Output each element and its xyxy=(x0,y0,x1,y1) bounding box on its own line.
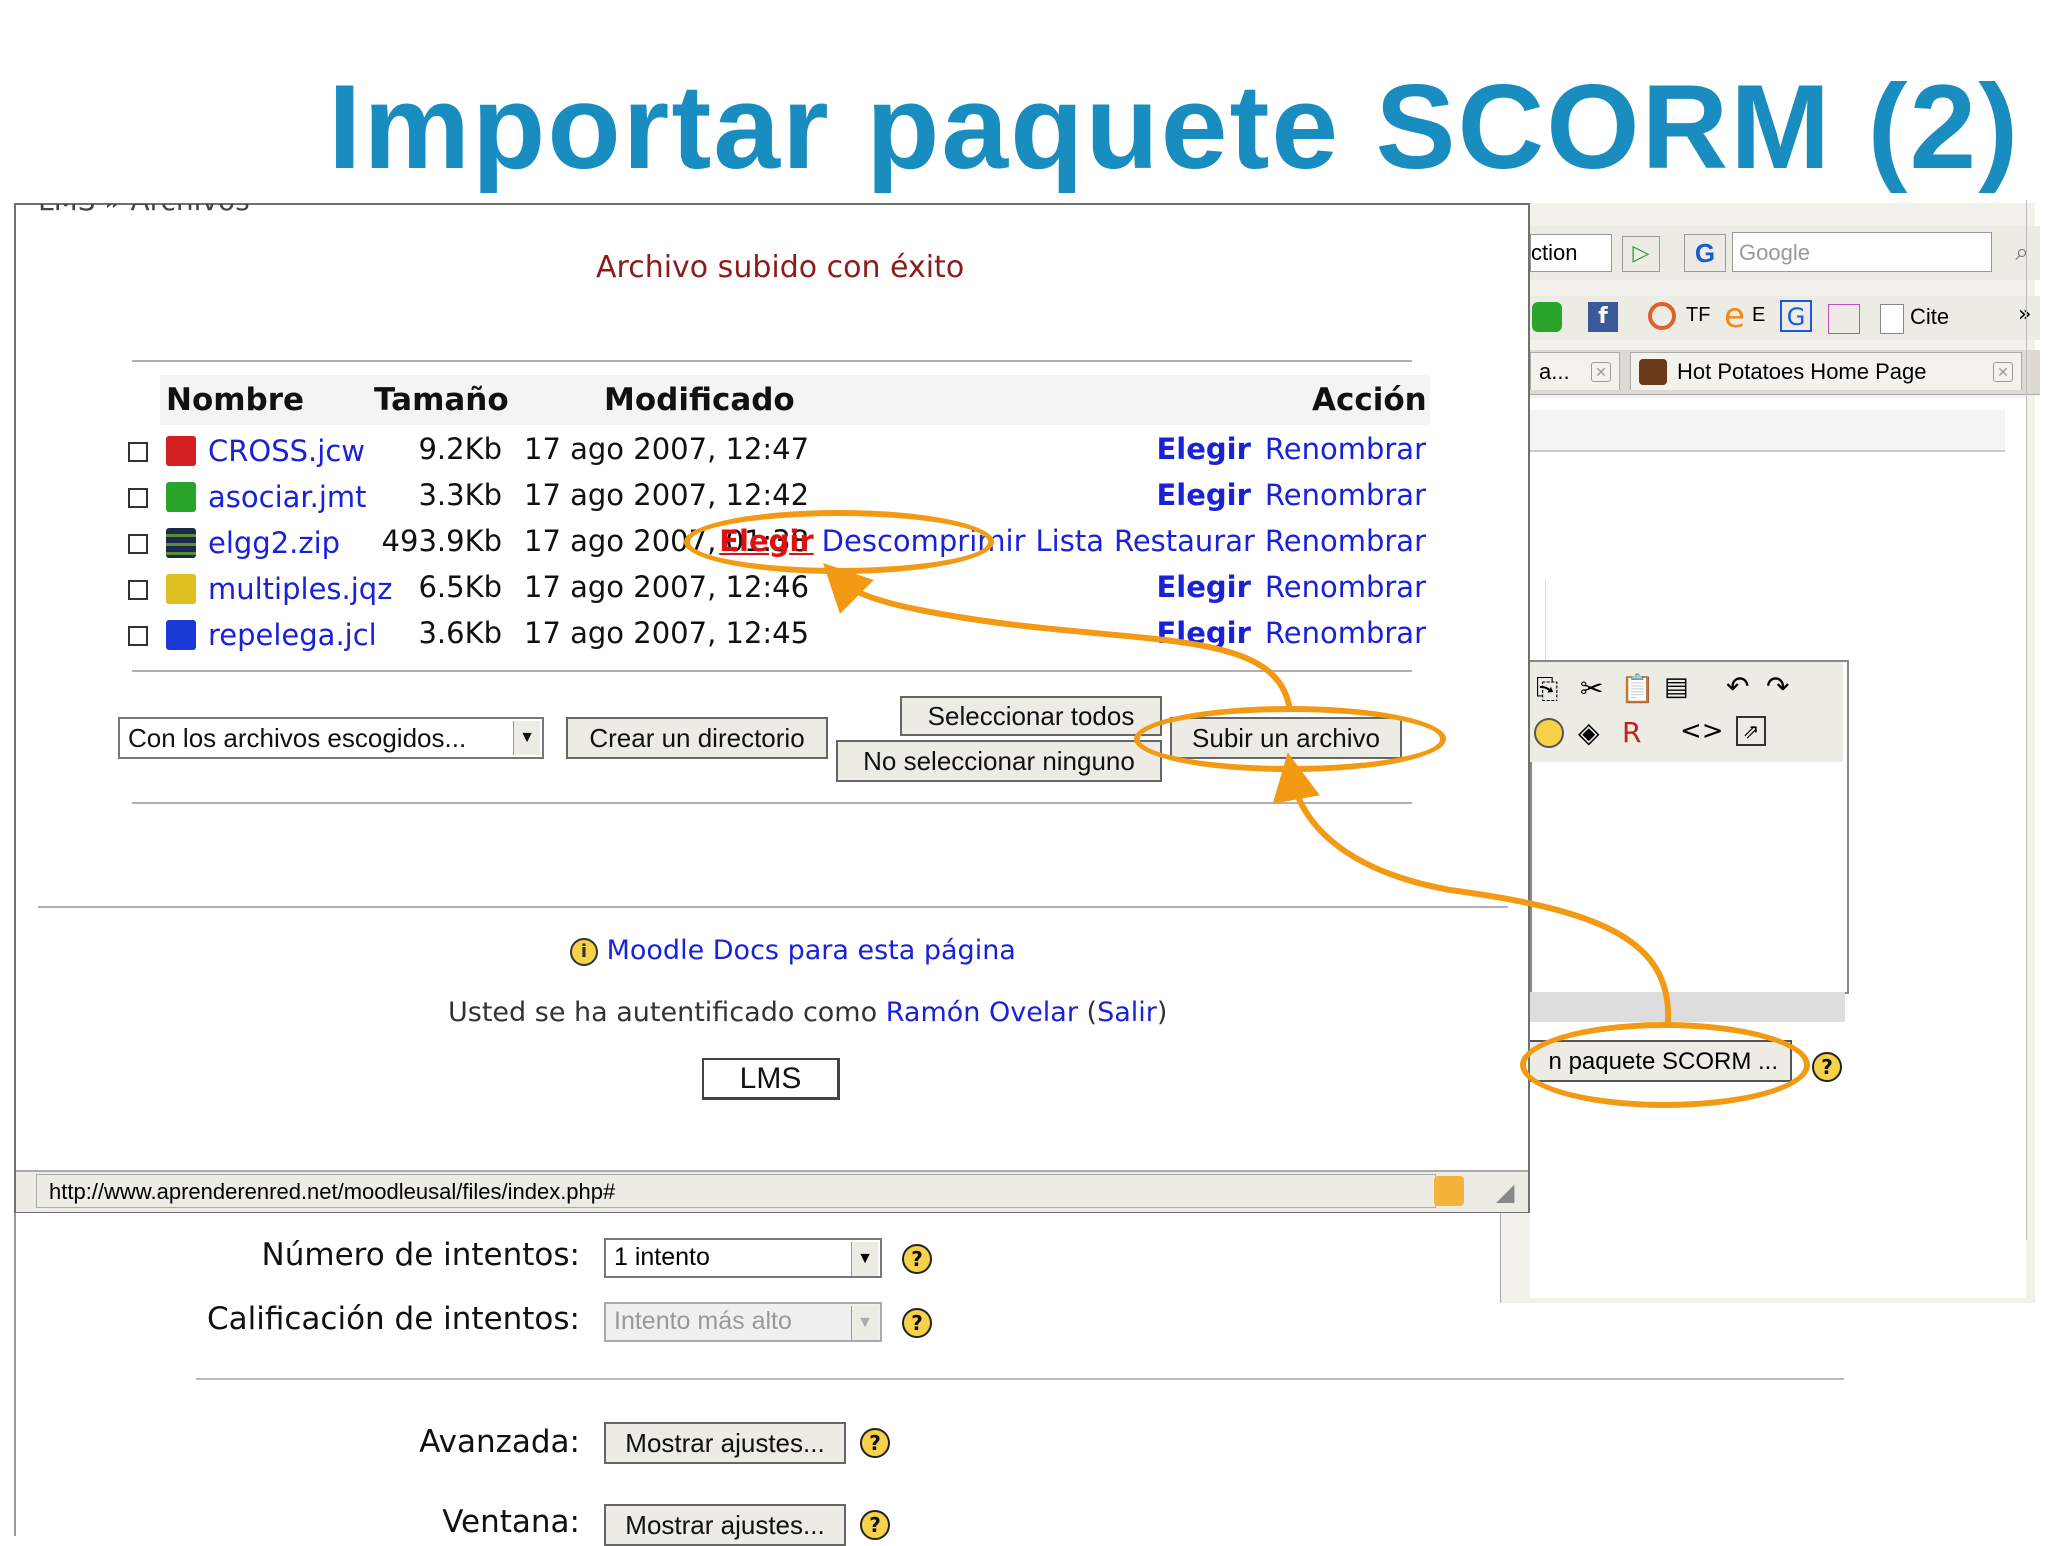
arrow-to-upload xyxy=(1272,752,1672,1023)
annotation-arrows xyxy=(823,563,1672,1023)
arrow-to-elegir xyxy=(823,563,1293,713)
